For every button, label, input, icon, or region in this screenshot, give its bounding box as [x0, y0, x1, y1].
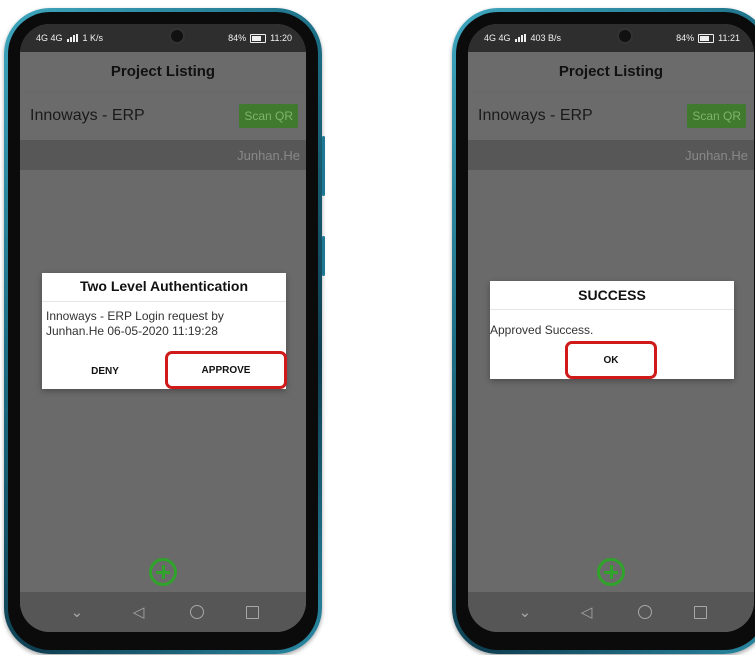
- system-nav-bar: ⌄ ◁: [20, 592, 306, 632]
- username-label: Junhan.He: [237, 147, 300, 163]
- project-name: Innoways - ERP: [30, 107, 145, 124]
- chevron-down-icon[interactable]: ⌄: [67, 603, 87, 621]
- scan-qr-button[interactable]: Scan QR: [687, 104, 746, 128]
- recents-icon[interactable]: [246, 605, 260, 619]
- success-dialog: SUCCESS Approved Success. OK: [490, 281, 734, 379]
- clock: 11:20: [270, 33, 292, 43]
- user-row: Junhan.He: [468, 140, 754, 170]
- dialog-title: SUCCESS: [578, 287, 646, 303]
- dialog-divider: [490, 309, 734, 310]
- recents-icon[interactable]: [694, 605, 708, 619]
- auth-dialog: Two Level Authentication Innoways - ERP …: [42, 273, 287, 389]
- approve-button[interactable]: APPROVE: [165, 351, 287, 389]
- back-icon[interactable]: ◁: [129, 603, 149, 621]
- network-speed: 403 B/s: [530, 33, 562, 43]
- clock: 11:21: [718, 33, 740, 43]
- system-nav-bar: ⌄ ◁: [468, 592, 754, 632]
- phone-bezel: 4G 4G 403 B/s 84% 11:21 Project Listing …: [456, 12, 755, 650]
- ok-button[interactable]: OK: [565, 341, 657, 379]
- add-icon[interactable]: [149, 558, 177, 586]
- power-button: [322, 236, 325, 276]
- battery-icon: [698, 33, 715, 43]
- page-title: Project Listing: [468, 52, 754, 90]
- dialog-message: Approved Success.: [490, 323, 594, 337]
- phone-bezel: 4G 4G 1 K/s 84% 11:20 Project Listing In…: [8, 12, 318, 650]
- project-name: Innoways - ERP: [478, 107, 593, 124]
- camera-icon: [169, 28, 185, 44]
- status-bar: 4G 4G 1 K/s 84% 11:20: [20, 24, 306, 52]
- volume-button: [322, 136, 325, 196]
- network-label: 4G 4G: [484, 33, 511, 43]
- status-bar: 4G 4G 403 B/s 84% 11:21: [468, 24, 754, 52]
- dialog-message: Innoways - ERP Login request by Junhan.H…: [46, 309, 224, 338]
- network-speed: 1 K/s: [82, 33, 104, 43]
- chevron-down-icon[interactable]: ⌄: [515, 603, 535, 621]
- project-list-item[interactable]: Innoways - ERP Scan QR: [20, 94, 306, 138]
- phone-frame-right: 4G 4G 403 B/s 84% 11:21 Project Listing …: [452, 8, 755, 654]
- signal-icon: [66, 34, 79, 42]
- home-icon[interactable]: [638, 605, 653, 619]
- battery-icon: [250, 33, 267, 43]
- screen-left: 4G 4G 1 K/s 84% 11:20 Project Listing In…: [20, 24, 306, 632]
- back-icon[interactable]: ◁: [577, 603, 597, 621]
- username-label: Junhan.He: [685, 147, 748, 163]
- scan-qr-button[interactable]: Scan QR: [239, 104, 298, 128]
- battery-percent: 84%: [228, 33, 247, 43]
- camera-icon: [617, 28, 633, 44]
- signal-icon: [514, 34, 527, 42]
- home-icon[interactable]: [190, 605, 205, 619]
- phone-frame-left: 4G 4G 1 K/s 84% 11:20 Project Listing In…: [4, 8, 325, 654]
- dialog-title: Two Level Authentication: [79, 278, 248, 294]
- screen-right: 4G 4G 403 B/s 84% 11:21 Project Listing …: [468, 24, 754, 632]
- battery-percent: 84%: [676, 33, 695, 43]
- user-row: Junhan.He: [20, 140, 306, 170]
- project-list-item[interactable]: Innoways - ERP Scan QR: [468, 94, 754, 138]
- deny-button[interactable]: DENY: [70, 359, 140, 383]
- add-icon[interactable]: [597, 558, 625, 586]
- network-label: 4G 4G: [36, 33, 63, 43]
- dialog-divider: [42, 301, 286, 302]
- page-title: Project Listing: [20, 52, 306, 90]
